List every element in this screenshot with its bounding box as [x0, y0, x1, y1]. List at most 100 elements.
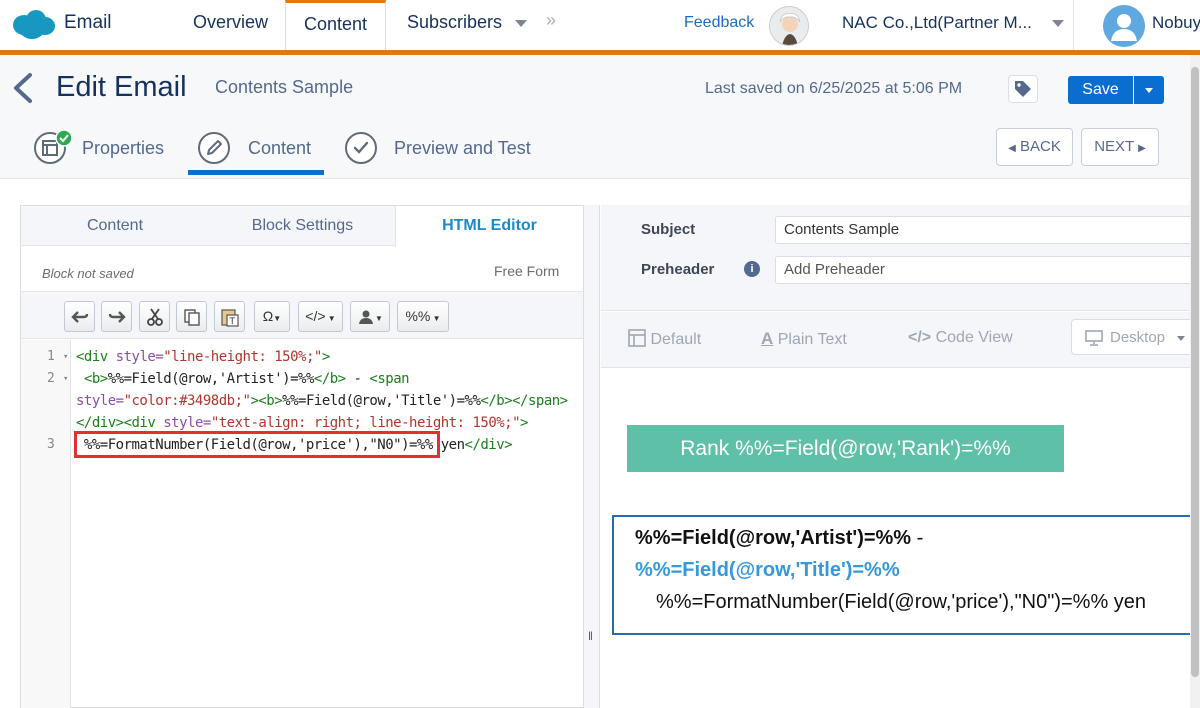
- active-step-indicator: [188, 170, 324, 175]
- tab-block-settings[interactable]: Block Settings: [209, 206, 396, 246]
- redo-button[interactable]: [101, 301, 132, 332]
- rank-banner[interactable]: Rank %%=Field(@row,'Rank')=%%: [627, 425, 1064, 472]
- title-line: %%=Field(@row,'Title')=%%: [635, 559, 900, 581]
- person-icon: [359, 310, 374, 325]
- step-properties[interactable]: Properties: [34, 121, 174, 177]
- chevron-down-icon[interactable]: [1052, 20, 1064, 27]
- block-editor-panel: Content Block Settings HTML Editor Block…: [20, 205, 584, 708]
- undo-button[interactable]: [64, 301, 95, 332]
- email-canvas: Rank %%=Field(@row,'Rank')=%% %%=Field(@…: [601, 369, 1200, 708]
- line-number: 2: [47, 371, 55, 386]
- drag-handle-icon[interactable]: ‖: [588, 629, 593, 643]
- scissors-icon: [146, 308, 163, 326]
- chevron-down-icon: [1145, 88, 1153, 93]
- line-number: 1: [47, 349, 55, 364]
- nav-tab-overview[interactable]: Overview: [193, 12, 268, 33]
- code-view-icon: </>: [908, 329, 932, 346]
- panel-splitter[interactable]: ‖: [584, 205, 600, 708]
- step-preview-and-test[interactable]: Preview and Test: [345, 121, 545, 177]
- chevron-down-icon: [515, 19, 528, 27]
- html-code-editor[interactable]: 1 ▾ 2 ▾ 3 <div style="line-height: 150%;…: [21, 340, 583, 708]
- device-selector[interactable]: Desktop: [1071, 319, 1200, 355]
- copy-button[interactable]: [176, 301, 207, 332]
- nav-tab-subscribers[interactable]: Subscribers: [407, 12, 528, 33]
- block-status: Block not saved: [42, 266, 134, 281]
- next-button[interactable]: NEXT ▶: [1081, 128, 1159, 166]
- nav-tab-subscribers-label: Subscribers: [407, 12, 503, 32]
- nav-tab-content-label: Content: [303, 14, 368, 34]
- redo-icon: [108, 311, 126, 323]
- view-plain-text[interactable]: A Plain Text: [761, 329, 847, 349]
- back-button-label: BACK: [1020, 138, 1061, 155]
- email-meta: Subject Contents Sample Preheader i Add …: [601, 205, 1195, 311]
- salesforce-cloud-logo[interactable]: [10, 8, 56, 40]
- paste-text-button[interactable]: T: [214, 301, 245, 332]
- line-number: 3: [47, 437, 55, 452]
- last-saved-status: Last saved on 6/25/2025 at 5:06 PM: [705, 80, 963, 97]
- caret-left-icon: ◀: [1008, 143, 1016, 154]
- code-line-2: <b>%%=Field(@row,'Artist')=%%</b> - <spa…: [83, 371, 410, 387]
- org-switcher-label[interactable]: NAC Co.,Ltd(Partner M...: [842, 13, 1032, 33]
- source-code-button[interactable]: </> ▼: [298, 301, 343, 332]
- email-name: Contents Sample: [215, 77, 354, 97]
- omega-icon: Ω: [262, 308, 274, 324]
- view-code[interactable]: </> Code View: [908, 329, 1013, 347]
- step-content[interactable]: Content: [198, 121, 323, 177]
- step-label: Properties: [82, 138, 165, 158]
- code-line-2-wrap-2: </div><div style="text-align: right; lin…: [76, 415, 528, 431]
- special-character-button[interactable]: Ω▼: [254, 301, 290, 332]
- info-icon[interactable]: i: [744, 261, 760, 277]
- layout-icon: [628, 329, 646, 347]
- cut-button[interactable]: [139, 301, 170, 332]
- ampscript-label: %%: [405, 308, 431, 324]
- text-icon: A: [761, 329, 774, 348]
- einstein-avatar[interactable]: [769, 6, 809, 46]
- preheader-label: Preheader: [641, 261, 715, 278]
- block-type: Free Form: [494, 263, 560, 279]
- subject-label: Subject: [641, 221, 696, 238]
- view-default[interactable]: Default: [628, 329, 701, 349]
- chevron-down-icon: [1177, 336, 1185, 341]
- copy-icon: [183, 309, 200, 326]
- code-line-2-wrap-1: style="color:#3498db;"><b>%%=Field(@row,…: [76, 393, 568, 409]
- feedback-link[interactable]: Feedback: [684, 14, 754, 32]
- preheader-input[interactable]: Add Preheader: [775, 256, 1195, 284]
- desktop-icon: [1085, 330, 1103, 346]
- line-number-gutter: 1 ▾ 2 ▾ 3: [21, 340, 71, 708]
- ampscript-button[interactable]: %% ▼: [397, 301, 449, 332]
- back-arrow-icon[interactable]: [8, 69, 38, 107]
- user-name[interactable]: Nobuy: [1152, 13, 1200, 33]
- subject-input[interactable]: Contents Sample: [775, 216, 1195, 244]
- artist-line: %%=Field(@row,'Artist')=%% -: [635, 527, 924, 549]
- highlight-annotation: [74, 431, 440, 458]
- back-button[interactable]: ◀ BACK: [996, 128, 1073, 166]
- app-name[interactable]: Email: [64, 12, 112, 34]
- caret-right-icon: ▶: [1138, 143, 1146, 154]
- device-label: Desktop: [1110, 329, 1166, 346]
- tag-button[interactable]: [1008, 75, 1038, 103]
- more-tabs-icon[interactable]: »: [546, 10, 556, 31]
- svg-text:T: T: [228, 317, 235, 327]
- next-button-label: NEXT: [1094, 138, 1134, 155]
- page-scrollbar[interactable]: [1190, 55, 1200, 708]
- tab-content[interactable]: Content: [21, 206, 209, 246]
- personalization-button[interactable]: ▼: [350, 301, 390, 332]
- user-avatar[interactable]: [1103, 5, 1145, 47]
- save-options-button[interactable]: [1134, 76, 1164, 104]
- page-title: Edit Email: [56, 71, 187, 103]
- editor-toolbar: T Ω▼ </> ▼ ▼ %% ▼: [21, 291, 583, 339]
- save-button[interactable]: Save: [1068, 76, 1133, 104]
- nav-divider: [1073, 0, 1074, 50]
- pencil-icon: [198, 132, 230, 164]
- tab-html-editor[interactable]: HTML Editor: [395, 206, 583, 247]
- workflow-steps: Properties Content Preview and Test ◀ BA…: [0, 121, 1190, 179]
- step-label: Content: [248, 138, 312, 158]
- fold-arrow-icon[interactable]: ▾: [63, 352, 68, 362]
- email-preview-panel: Subject Contents Sample Preheader i Add …: [601, 205, 1200, 708]
- fold-arrow-icon[interactable]: ▾: [63, 374, 68, 384]
- code-icon: </>: [305, 308, 326, 324]
- scrollbar-thumb[interactable]: [1191, 67, 1199, 677]
- content-block[interactable]: %%=Field(@row,'Artist')=%% - %%=Field(@r…: [612, 515, 1200, 635]
- price-line: %%=FormatNumber(Field(@row,'price'),"N0"…: [656, 591, 1147, 613]
- tag-icon: [1015, 81, 1031, 97]
